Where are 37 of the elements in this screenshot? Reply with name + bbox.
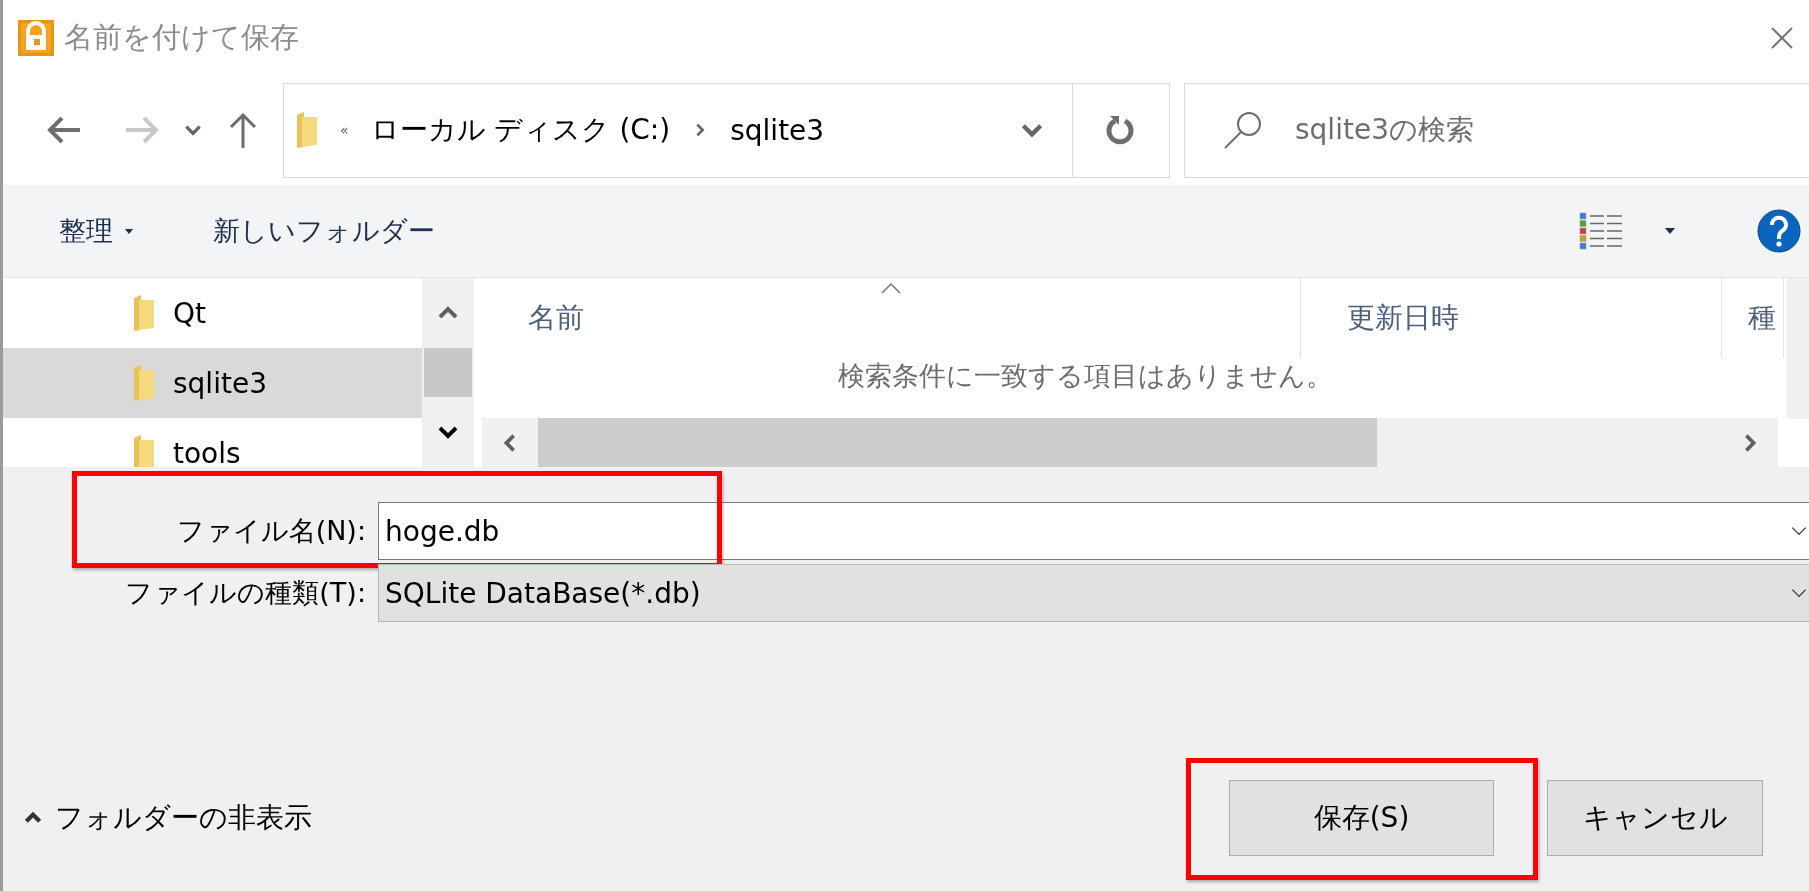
view-list-icon[interactable] <box>1579 212 1623 250</box>
folder-icon <box>133 364 155 402</box>
caret-icon <box>125 228 133 234</box>
column-header[interactable]: 更新日時 <box>1301 278 1722 359</box>
app-icon <box>18 19 54 56</box>
folder-tree-item[interactable]: sqlite3 <box>3 348 422 418</box>
address-bar[interactable]: « ローカル ディスク (C:) sqlite3 <box>283 82 1170 178</box>
empty-message: 検索条件に一致する項目はありません。 <box>838 359 1333 394</box>
help-icon[interactable] <box>1757 209 1801 253</box>
scrollbar-thumb[interactable] <box>538 418 1377 467</box>
close-icon[interactable] <box>1771 26 1793 49</box>
search-field[interactable]: sqlite3の検索 <box>1184 82 1809 178</box>
sort-caret-icon <box>881 282 901 294</box>
file-type-label: ファイルの種類(T): <box>124 576 366 610</box>
caret-icon[interactable] <box>1665 228 1675 234</box>
hide-folders-button[interactable]: フォルダーの非表示 <box>23 799 312 837</box>
window-title: 名前を付けて保存 <box>64 18 300 56</box>
breadcrumb[interactable]: sqlite3 <box>730 113 825 147</box>
save-button[interactable]: 保存(S) <box>1229 780 1494 856</box>
file-name-field[interactable]: hoge.db <box>378 502 1809 560</box>
folder-icon <box>296 111 318 149</box>
breadcrumb[interactable]: ローカル ディスク (C:) <box>370 111 671 149</box>
column-header[interactable]: 名前 <box>482 278 1301 359</box>
back-icon[interactable] <box>46 115 82 145</box>
organize-menu[interactable]: 整理 <box>59 213 133 249</box>
search-icon <box>1223 110 1263 150</box>
folder-icon <box>133 294 155 332</box>
file-type-dropdown[interactable]: SQLite DataBase(*.db) <box>378 564 1809 622</box>
file-name-label: ファイル名(N): <box>175 514 366 548</box>
overflow-chevron[interactable]: « <box>340 122 349 138</box>
cancel-button[interactable]: キャンセル <box>1547 780 1763 856</box>
scrollbar-thumb[interactable] <box>424 347 472 398</box>
refresh-icon[interactable] <box>1106 113 1136 147</box>
up-arrow-icon[interactable] <box>228 111 258 149</box>
new-folder-button[interactable]: 新しいフォルダー <box>213 213 435 249</box>
folder-icon <box>133 434 155 467</box>
column-header[interactable]: 種 <box>1722 278 1784 359</box>
